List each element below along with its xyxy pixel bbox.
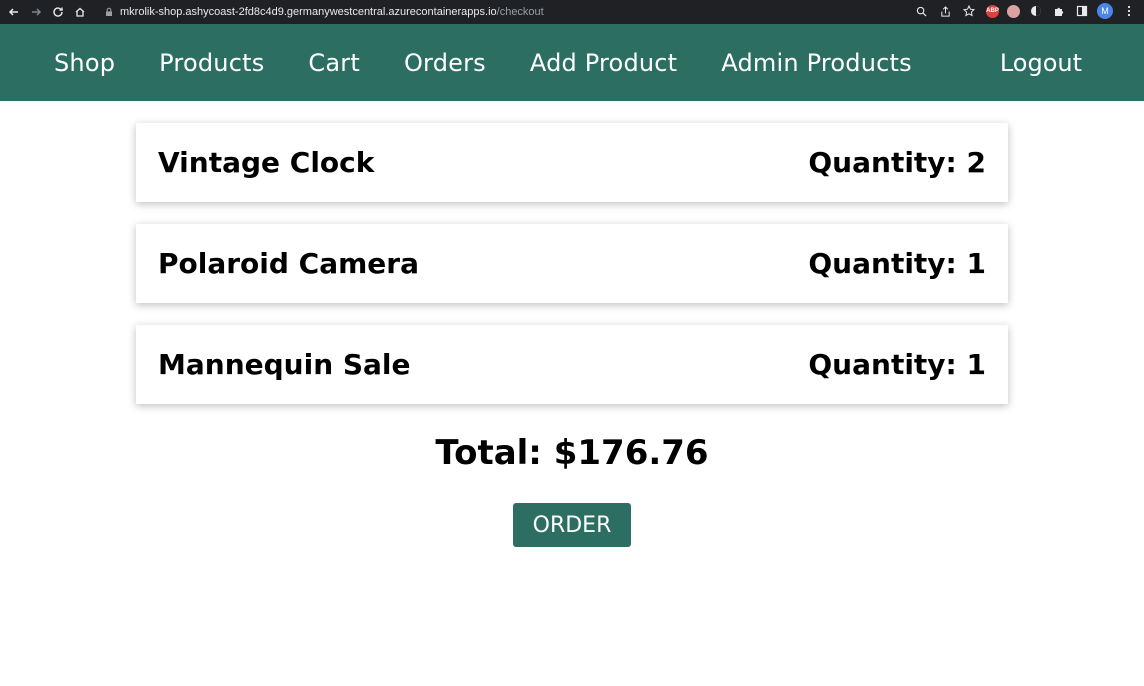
zoom-icon[interactable] (914, 4, 928, 18)
back-icon[interactable] (6, 4, 22, 20)
side-panel-icon[interactable] (1074, 4, 1089, 19)
logout-button[interactable]: Logout (1000, 49, 1082, 77)
order-total: Total: $176.76 (435, 433, 709, 473)
profile-avatar[interactable]: M (1097, 3, 1113, 19)
url-host: mkrolik-shop.ashycoast-2fd8c4d9.germanyw… (120, 6, 497, 18)
dark-mode-icon[interactable] (1028, 4, 1043, 19)
extension-avatar-icon[interactable] (1007, 4, 1020, 18)
cart-item: Polaroid Camera Quantity: 1 (136, 224, 1008, 303)
adblock-icon[interactable]: ABP (986, 4, 999, 18)
main-nav: Shop Products Cart Orders Add Product Ad… (54, 49, 912, 77)
home-icon[interactable] (72, 4, 88, 20)
nav-add-product[interactable]: Add Product (530, 49, 677, 77)
reload-icon[interactable] (50, 4, 66, 20)
nav-orders[interactable]: Orders (404, 49, 486, 77)
cart-item-quantity: Quantity: 2 (808, 146, 986, 179)
cart-item-quantity: Quantity: 1 (808, 348, 986, 381)
order-button[interactable]: ORDER (513, 503, 631, 547)
nav-shop[interactable]: Shop (54, 49, 115, 77)
lock-icon (106, 7, 112, 16)
cart-item-quantity: Quantity: 1 (808, 247, 986, 280)
cart-item-list: Vintage Clock Quantity: 2 Polaroid Camer… (136, 123, 1008, 426)
cart-item: Mannequin Sale Quantity: 1 (136, 325, 1008, 404)
cart-item-title: Mannequin Sale (158, 348, 411, 381)
url-path: /checkout (496, 6, 544, 18)
nav-admin-products[interactable]: Admin Products (721, 49, 912, 77)
cart-item: Vintage Clock Quantity: 2 (136, 123, 1008, 202)
cart-item-title: Vintage Clock (158, 146, 375, 179)
nav-cart[interactable]: Cart (308, 49, 360, 77)
browser-toolbar: mkrolik-shop.ashycoast-2fd8c4d9.germanyw… (0, 0, 1144, 24)
bookmark-star-icon[interactable] (962, 4, 976, 18)
cart-item-title: Polaroid Camera (158, 247, 419, 280)
nav-products[interactable]: Products (159, 49, 264, 77)
address-bar[interactable]: mkrolik-shop.ashycoast-2fd8c4d9.germanyw… (96, 2, 988, 22)
menu-dots-icon[interactable] (1121, 4, 1136, 19)
forward-icon[interactable] (28, 4, 44, 20)
site-header: Shop Products Cart Orders Add Product Ad… (0, 24, 1144, 101)
share-icon[interactable] (938, 4, 952, 18)
puzzle-icon[interactable] (1051, 4, 1066, 19)
